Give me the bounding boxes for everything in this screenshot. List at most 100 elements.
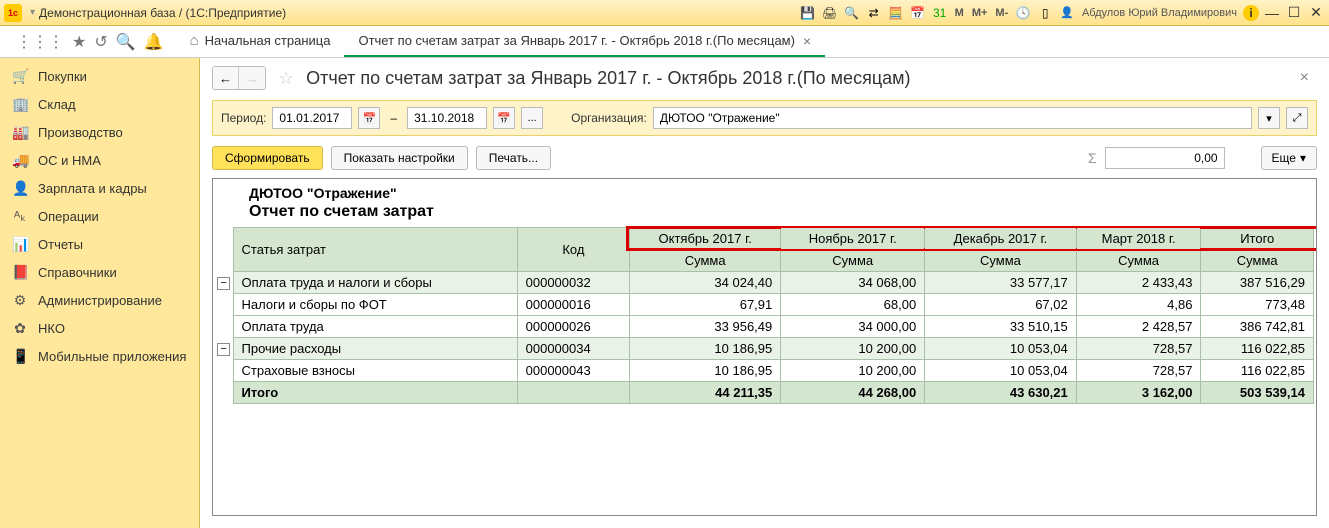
table-row[interactable]: Страховые взносы00000004310 186,9510 200… bbox=[215, 360, 1314, 382]
col-period-1: Ноябрь 2017 г. bbox=[781, 228, 925, 250]
sidebar-item-7[interactable]: 📕Справочники bbox=[0, 258, 199, 286]
sidebar-item-0[interactable]: 🛒 Покупки bbox=[0, 62, 199, 90]
cell-value: 34 000,00 bbox=[781, 316, 925, 338]
org-input[interactable] bbox=[653, 107, 1252, 129]
date-to-input[interactable] bbox=[407, 107, 487, 129]
collapse-icon[interactable]: − bbox=[217, 343, 230, 356]
tab-report-label: Отчет по счетам затрат за Январь 2017 г.… bbox=[358, 33, 794, 48]
save-icon[interactable]: 💾 bbox=[799, 4, 817, 22]
schedule-icon[interactable]: 31 bbox=[931, 4, 949, 22]
filterbar: Период: 📅 – 📅 ... Организация: ▾ ⤢ bbox=[212, 100, 1317, 136]
history-icon[interactable]: ↺ bbox=[94, 32, 107, 52]
collapse-icon[interactable]: − bbox=[217, 277, 230, 290]
forward-button[interactable]: → bbox=[239, 67, 265, 89]
form-button[interactable]: Сформировать bbox=[212, 146, 323, 170]
print-button[interactable]: Печать... bbox=[476, 146, 551, 170]
settings-button[interactable]: Показать настройки bbox=[331, 146, 468, 170]
sidebar-icon: ✿ bbox=[12, 320, 28, 337]
clock-icon[interactable]: 🕓 bbox=[1014, 4, 1032, 22]
sidebar-item-3[interactable]: 🚚ОС и НМА bbox=[0, 146, 199, 174]
cell-value: 10 200,00 bbox=[781, 360, 925, 382]
sidebar: 🛒 Покупки 🏢Склад🏭Производство🚚ОС и НМА👤Зар… bbox=[0, 58, 200, 528]
search-icon[interactable]: 🔍 bbox=[116, 32, 136, 52]
star-icon[interactable]: ☆ bbox=[278, 68, 294, 89]
tab-report[interactable]: Отчет по счетам затрат за Январь 2017 г.… bbox=[344, 26, 825, 57]
sidebar-item-2[interactable]: 🏭Производство bbox=[0, 118, 199, 146]
help-icon[interactable]: i bbox=[1243, 5, 1259, 21]
m-icon[interactable]: M bbox=[953, 4, 966, 22]
cell-value: 34 024,40 bbox=[630, 272, 781, 294]
org-label: Организация: bbox=[571, 111, 647, 125]
table-row[interactable]: Оплата труда00000002633 956,4934 000,003… bbox=[215, 316, 1314, 338]
m-minus-icon[interactable]: M- bbox=[993, 4, 1010, 22]
cell-value: 34 068,00 bbox=[781, 272, 925, 294]
user-icon[interactable]: 👤 bbox=[1058, 4, 1076, 22]
tab-home[interactable]: Начальная страница bbox=[176, 26, 345, 57]
main: ← → ☆ Отчет по счетам затрат за Январь 2… bbox=[200, 58, 1329, 528]
favorite-icon[interactable]: ★ bbox=[72, 32, 86, 52]
sidebar-icon: 🛒 bbox=[12, 68, 28, 85]
cell-value: 773,48 bbox=[1201, 294, 1314, 316]
sidebar-item-5[interactable]: ᴬₖ Операции bbox=[0, 202, 199, 230]
table-row[interactable]: −Прочие расходы00000003410 186,9510 200,… bbox=[215, 338, 1314, 360]
user-name[interactable]: Абдулов Юрий Владимирович bbox=[1080, 4, 1239, 22]
cell-value: 67,91 bbox=[630, 294, 781, 316]
notify-icon[interactable]: 🔔 bbox=[144, 32, 164, 52]
sum-display[interactable] bbox=[1105, 147, 1225, 169]
sidebar-label: Операции bbox=[38, 209, 99, 224]
back-button[interactable]: ← bbox=[213, 67, 239, 89]
apps-icon[interactable]: ⋮⋮⋮ bbox=[16, 32, 64, 52]
table-row[interactable]: −Оплата труда и налоги и сборы0000000323… bbox=[215, 272, 1314, 294]
col-sum: Сумма bbox=[1076, 250, 1201, 272]
chevron-down-icon: ▾ bbox=[1300, 151, 1306, 165]
sidebar-label: Администрирование bbox=[38, 293, 162, 308]
sidebar-item-6[interactable]: 📊Отчеты bbox=[0, 230, 199, 258]
calculator-icon[interactable]: 🧮 bbox=[887, 4, 905, 22]
sidebar-item-1[interactable]: 🏢Склад bbox=[0, 90, 199, 118]
calendar-to-icon[interactable]: 📅 bbox=[493, 107, 515, 129]
calendar-icon[interactable]: 📅 bbox=[909, 4, 927, 22]
sidebar-label: Справочники bbox=[38, 265, 117, 280]
compare-icon[interactable]: ⇄ bbox=[865, 4, 883, 22]
panel-icon[interactable]: ▯ bbox=[1036, 4, 1054, 22]
period-picker-button[interactable]: ... bbox=[521, 107, 543, 129]
org-open-icon[interactable]: ⤢ bbox=[1286, 107, 1308, 129]
date-from-input[interactable] bbox=[272, 107, 352, 129]
cell-value: 386 742,81 bbox=[1201, 316, 1314, 338]
cell-value: 33 577,17 bbox=[925, 272, 1077, 294]
cell-value: 10 186,95 bbox=[630, 338, 781, 360]
dropdown-icon[interactable]: ▾ bbox=[30, 7, 35, 18]
nav-group: ← → bbox=[212, 66, 266, 90]
maximize-icon[interactable]: ☐ bbox=[1285, 4, 1303, 22]
cell-code: 000000032 bbox=[517, 272, 629, 294]
more-button[interactable]: Еще ▾ bbox=[1261, 146, 1317, 170]
preview-icon[interactable]: 🔍 bbox=[843, 4, 861, 22]
cell-value: 4,86 bbox=[1076, 294, 1201, 316]
sidebar-item-4[interactable]: 👤Зарплата и кадры bbox=[0, 174, 199, 202]
cell-label: Оплата труда bbox=[233, 316, 517, 338]
close-icon[interactable]: ✕ bbox=[1307, 4, 1325, 22]
cell-value: 44 211,35 bbox=[630, 382, 781, 404]
tab-close-icon[interactable]: × bbox=[803, 33, 811, 49]
cell-value: 2 433,43 bbox=[1076, 272, 1201, 294]
sidebar-item-8[interactable]: ⚙Администрирование bbox=[0, 286, 199, 314]
org-dropdown-icon[interactable]: ▾ bbox=[1258, 107, 1280, 129]
col-period-0: Октябрь 2017 г. bbox=[630, 228, 781, 250]
calendar-from-icon[interactable]: 📅 bbox=[358, 107, 380, 129]
date-dash: – bbox=[390, 111, 397, 125]
m-plus-icon[interactable]: M+ bbox=[970, 4, 990, 22]
cell-value: 116 022,85 bbox=[1201, 338, 1314, 360]
table-row[interactable]: Итого44 211,3544 268,0043 630,213 162,00… bbox=[215, 382, 1314, 404]
sidebar-label: Покупки bbox=[38, 69, 87, 84]
sidebar-icon: ᴬₖ bbox=[12, 208, 28, 225]
table-row[interactable]: Налоги и сборы по ФОТ00000001667,9168,00… bbox=[215, 294, 1314, 316]
minimize-icon[interactable]: — bbox=[1263, 4, 1281, 22]
col-code: Код bbox=[517, 228, 629, 272]
more-label: Еще bbox=[1272, 151, 1296, 165]
cell-value: 728,57 bbox=[1076, 360, 1201, 382]
sidebar-label: Отчеты bbox=[38, 237, 83, 252]
print-icon[interactable]: 🖨 bbox=[821, 4, 839, 22]
sidebar-item-10[interactable]: 📱Мобильные приложения bbox=[0, 342, 199, 370]
sidebar-item-9[interactable]: ✿НКО bbox=[0, 314, 199, 342]
page-close-icon[interactable]: × bbox=[1292, 69, 1317, 87]
